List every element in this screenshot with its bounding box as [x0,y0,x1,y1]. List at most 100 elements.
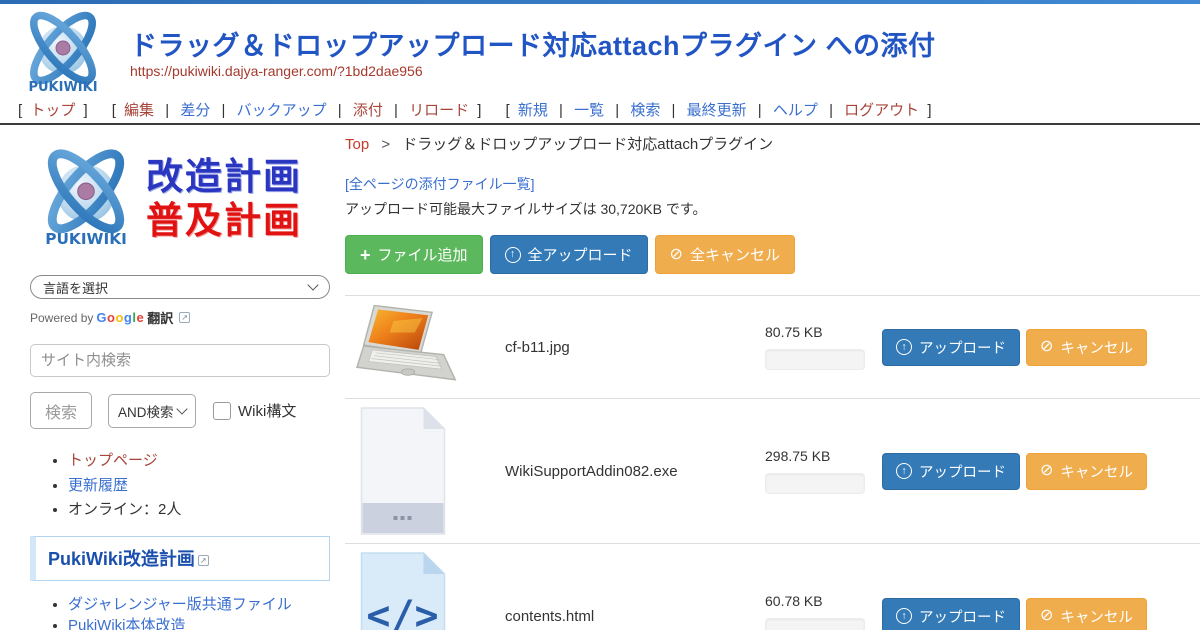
upload-toolbar: + ファイル追加 ↑ 全アップロード ⊘ 全キャンセル [345,235,1200,274]
file-name: WikiSupportAddin082.exe [505,463,765,480]
file-row: </> contents.html 60.78 KB ↑ アップロード ⊘ キャ… [345,543,1200,630]
list-item: 更新履歴 [68,475,330,498]
laptop-photo-thumbnail [355,303,461,391]
main-content: Top > ドラッグ＆ドロップアップロード対応attachプラグイン [全ページ… [345,133,1200,630]
nav-separator [0,123,1200,125]
pukiwiki-logo[interactable]: PUKIWIKI [12,8,114,105]
svg-text:</>: </> [366,593,438,630]
nav-group-site-actions: [ 新規 | 一覧 | 検索 | 最終更新 | ヘルプ | ログアウト ] [501,99,935,120]
circle-arrow-up-icon: ↑ [896,463,912,479]
nav-link-search[interactable]: 検索 [630,102,660,119]
nav-link-reload[interactable]: リロード [409,102,469,119]
cancel-label: キャンセル [1060,606,1133,627]
all-attachments-link[interactable]: [全ページの添付ファイル一覧] [345,174,535,194]
pipe: | [338,102,342,119]
search-button[interactable]: 検索 [30,392,92,429]
nav-link-new[interactable]: 新規 [518,102,548,119]
breadcrumb-home-link[interactable]: Top [345,136,369,153]
nav-link-diff[interactable]: 差分 [180,102,210,119]
generic-file-icon [355,406,451,536]
upload-all-button[interactable]: ↑ 全アップロード [490,235,648,274]
wiki-syntax-label: Wiki構文 [238,400,296,421]
online-status: オンライン：2人 [68,499,330,522]
external-link-icon: ↗ [179,312,190,323]
nav-link-logout[interactable]: ログアウト [844,102,919,119]
file-size: 60.78 KB [765,593,882,609]
google-logo: Google [96,310,144,325]
circle-arrow-up-icon: ↑ [896,608,912,624]
search-mode-select[interactable]: AND検索 [108,394,196,428]
code-file-icon: </> [355,551,451,630]
upload-button[interactable]: ↑ アップロード [882,598,1020,630]
page-title: ドラッグ＆ドロップアップロード対応attachプラグイン への添付 [130,4,1200,63]
nav-link-attach[interactable]: 添付 [353,102,383,119]
file-thumbnail: </> [345,551,505,630]
pipe: | [165,102,169,119]
sidebar-link-toppage[interactable]: トップページ [68,452,158,469]
plus-icon: + [360,248,371,262]
sidebar-link-pukiwiki-kaizou[interactable]: PukiWiki改造計画 [48,549,195,569]
upload-all-label: 全アップロード [528,244,633,265]
upload-button[interactable]: ↑ アップロード [882,329,1020,366]
pipe: | [559,102,563,119]
banner-line-kaizou: 改造計画 [146,155,302,199]
bracket: ] [477,102,481,119]
file-actions: ↑ アップロード ⊘ キャンセル [882,598,1147,630]
add-files-button[interactable]: + ファイル追加 [345,235,483,274]
cancel-all-label: 全キャンセル [690,244,780,265]
cancel-button[interactable]: ⊘ キャンセル [1026,598,1147,630]
atom-logo-icon: PUKIWIKI [12,8,114,100]
file-size-cell: 298.75 KB [765,448,882,494]
cancel-button[interactable]: ⊘ キャンセル [1026,329,1147,366]
list-item: PukiWiki本体改造 [68,615,330,630]
ban-circle-icon: ⊘ [1040,464,1053,478]
language-select[interactable]: 言語を選択 [30,275,330,299]
nav-group-page-actions: [ 編集 | 差分 | バックアップ | 添付 | リロード ] [108,99,486,120]
atom-logo-icon: PUKIWIKI [30,140,142,258]
breadcrumb-separator: > [381,136,390,153]
sidebar-section-heading: PukiWiki改造計画↗ [30,536,330,581]
file-row: WikiSupportAddin082.exe 298.75 KB ↑ アップロ… [345,398,1200,543]
sidebar-top-links: トップページ 更新履歴 オンライン：2人 [30,450,330,522]
cancel-all-button[interactable]: ⊘ 全キャンセル [655,235,795,274]
pipe: | [615,102,619,119]
search-controls: 検索 AND検索 Wiki構文 [30,392,330,429]
upload-queue: cf-b11.jpg 80.75 KB ↑ アップロード ⊘ キャンセル [345,295,1200,630]
sidebar-link-common-files[interactable]: ダジャレンジャー版共通ファイル [68,596,292,613]
external-link-icon: ↗ [198,555,209,566]
file-size-cell: 80.75 KB [765,324,882,370]
file-size: 80.75 KB [765,324,882,340]
nav-link-list[interactable]: 一覧 [574,102,604,119]
upload-button[interactable]: ↑ アップロード [882,453,1020,490]
upload-progress-bar [765,473,865,494]
nav-link-help[interactable]: ヘルプ [773,102,818,119]
nav-link-edit[interactable]: 編集 [124,102,154,119]
page-url-link[interactable]: https://pukiwiki.dajya-ranger.com/?1bd2d… [130,63,423,79]
site-search-input[interactable] [30,344,330,377]
sidebar-link-update-history[interactable]: 更新履歴 [68,477,128,494]
sidebar-link-core-mod[interactable]: PukiWiki本体改造 [68,617,186,630]
ban-circle-icon: ⊘ [1040,340,1053,354]
add-files-label: ファイル追加 [378,244,468,265]
chevron-down-icon [176,403,187,414]
header: PUKIWIKI ドラッグ＆ドロップアップロード対応attachプラグイン への… [0,4,1200,96]
list-item: トップページ [68,450,330,473]
upload-label: アップロード [919,606,1006,627]
powered-by-label: Powered by [30,311,93,325]
cancel-label: キャンセル [1060,337,1133,358]
file-row: cf-b11.jpg 80.75 KB ↑ アップロード ⊘ キャンセル [345,295,1200,398]
circle-arrow-up-icon: ↑ [896,339,912,355]
search-mode-value: AND検索 [118,401,174,421]
nav-link-backup[interactable]: バックアップ [237,102,327,119]
sidebar-banner[interactable]: PUKIWIKI 改造計画 普及計画 [30,135,330,263]
ban-circle-icon: ⊘ [1040,609,1053,623]
list-item: ダジャレンジャー版共通ファイル [68,594,330,615]
cancel-button[interactable]: ⊘ キャンセル [1026,453,1147,490]
wiki-syntax-checkbox[interactable] [213,402,231,420]
nav-link-recent[interactable]: 最終更新 [687,102,747,119]
sidebar: PUKIWIKI 改造計画 普及計画 言語を選択 Powered by Goog… [30,135,330,630]
pipe: | [394,102,398,119]
breadcrumb-current: ドラッグ＆ドロップアップロード対応attachプラグイン [402,136,773,153]
top-navbar: [ トップ ] [ 編集 | 差分 | バックアップ | 添付 | リロード ]… [0,96,1200,123]
upload-progress-bar [765,618,865,630]
